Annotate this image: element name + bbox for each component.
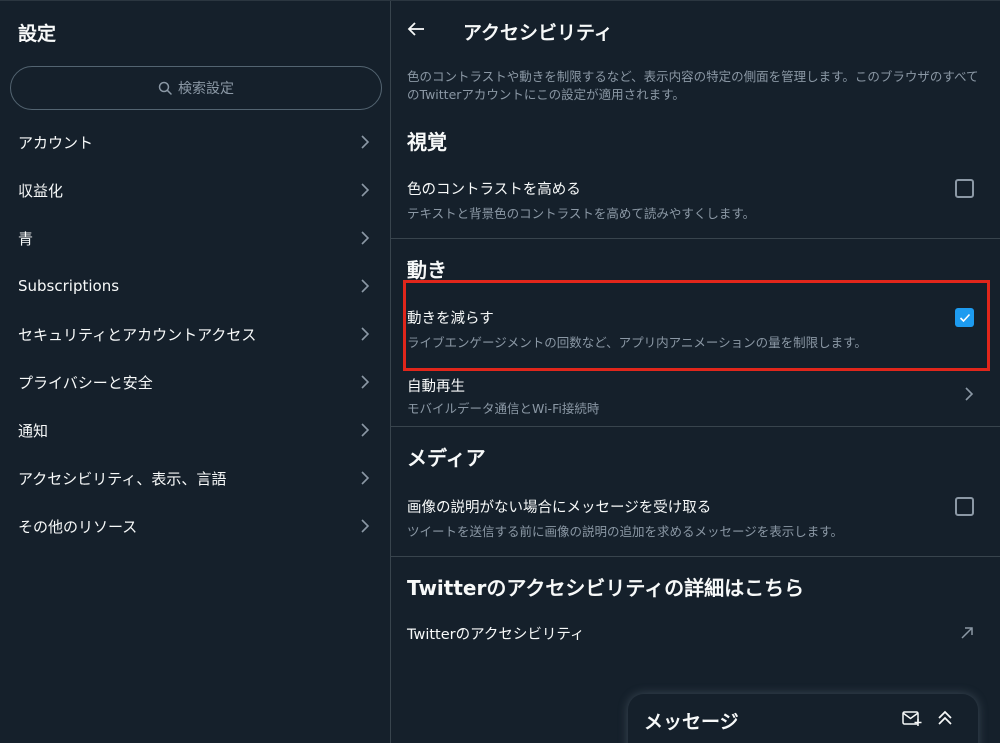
- option-title: 画像の説明がない場合にメッセージを受け取る: [407, 500, 712, 516]
- learn-more-heading: Twitterのアクセシビリティの詳細はこちら: [407, 576, 805, 600]
- settings-title: 設定: [18, 23, 57, 45]
- autoplay-option[interactable]: 自動再生 モバイルデータ通信とWi-Fi接続時: [407, 375, 982, 416]
- chevron-right-icon: [360, 134, 370, 150]
- chevron-right-icon: [360, 374, 370, 390]
- twitter-accessibility-link[interactable]: Twitterのアクセシビリティ: [407, 623, 982, 645]
- back-arrow-icon[interactable]: [407, 21, 425, 41]
- search-icon: [158, 81, 172, 95]
- increase-contrast-checkbox[interactable]: [955, 179, 974, 198]
- panel-header: アクセシビリティ: [391, 1, 1000, 61]
- new-message-icon[interactable]: [902, 709, 922, 731]
- settings-item-label: 通知: [18, 421, 49, 440]
- option-description: モバイルデータ通信とWi-Fi接続時: [407, 401, 600, 416]
- messages-drawer[interactable]: メッセージ: [628, 694, 978, 743]
- external-link-icon[interactable]: [960, 625, 974, 644]
- settings-list: アカウント 収益化 青 Subscriptions セキュリティとアカウントアク…: [0, 118, 390, 550]
- section-divider: [391, 238, 1000, 239]
- option-description: ライブエンゲージメントの回数など、アプリ内アニメーションの量を制限します。: [407, 335, 867, 350]
- reduce-motion-checkbox[interactable]: [955, 308, 974, 327]
- option-title: 自動再生: [407, 379, 465, 395]
- reduce-motion-option[interactable]: 動きを減らす ライブエンゲージメントの回数など、アプリ内アニメーションの量を制限…: [407, 307, 982, 351]
- chevron-right-icon: [360, 182, 370, 198]
- chevron-right-icon: [360, 230, 370, 246]
- settings-item-label: 青: [18, 229, 34, 248]
- settings-item-other-resources[interactable]: その他のリソース: [0, 502, 390, 550]
- settings-item-label: その他のリソース: [18, 517, 138, 536]
- settings-item-label: プライバシーと安全: [18, 373, 153, 392]
- option-description: ツイートを送信する前に画像の説明の追加を求めるメッセージを表示します。: [407, 524, 844, 539]
- option-description: テキストと背景色のコントラストを高めて読みやすくします。: [407, 206, 756, 221]
- settings-item-label: アカウント: [18, 133, 94, 152]
- section-divider: [391, 556, 1000, 557]
- settings-item-blue[interactable]: 青: [0, 214, 390, 262]
- accessibility-panel: アクセシビリティ 色のコントラストや動きを制限するなど、表示内容の特定の側面を管…: [391, 1, 1000, 743]
- option-title: 動きを減らす: [407, 311, 494, 327]
- section-divider: [391, 426, 1000, 427]
- settings-item-security[interactable]: セキュリティとアカウントアクセス: [0, 310, 390, 358]
- chevron-right-icon: [360, 278, 370, 294]
- chevron-right-icon: [964, 386, 974, 406]
- settings-item-label: セキュリティとアカウントアクセス: [18, 325, 257, 344]
- vision-heading: 視覚: [407, 130, 447, 154]
- accessibility-description: 色のコントラストや動きを制限するなど、表示内容の特定の側面を管理します。このブラ…: [407, 69, 979, 102]
- settings-column: 設定 検索設定 アカウント 収益化 青 Subscriptions セキュリティ…: [0, 1, 391, 743]
- chevron-right-icon: [360, 518, 370, 534]
- option-title: 色のコントラストを高める: [407, 182, 581, 198]
- messages-drawer-title: メッセージ: [644, 711, 739, 733]
- settings-item-label: Subscriptions: [18, 277, 120, 295]
- messages-drawer-actions: [902, 709, 954, 731]
- settings-item-label: アクセシビリティ、表示、言語: [18, 469, 227, 488]
- settings-item-accessibility-display-language[interactable]: アクセシビリティ、表示、言語: [0, 454, 390, 502]
- chevron-right-icon: [360, 422, 370, 438]
- search-settings-input[interactable]: 検索設定: [10, 66, 382, 110]
- twitter-settings-page: 設定 検索設定 アカウント 収益化 青 Subscriptions セキュリティ…: [0, 0, 1000, 743]
- chevron-right-icon: [360, 470, 370, 486]
- settings-item-account[interactable]: アカウント: [0, 118, 390, 166]
- search-placeholder: 検索設定: [178, 81, 234, 97]
- settings-item-notifications[interactable]: 通知: [0, 406, 390, 454]
- settings-item-label: 収益化: [18, 181, 64, 200]
- media-heading: メディア: [407, 446, 486, 470]
- image-description-reminder-checkbox[interactable]: [955, 497, 974, 516]
- motion-heading: 動き: [407, 258, 447, 282]
- page-title: アクセシビリティ: [463, 22, 613, 44]
- settings-item-privacy[interactable]: プライバシーと安全: [0, 358, 390, 406]
- settings-item-monetization[interactable]: 収益化: [0, 166, 390, 214]
- chevron-right-icon: [360, 326, 370, 342]
- checkmark-icon: [959, 313, 970, 322]
- settings-item-subscriptions[interactable]: Subscriptions: [0, 262, 390, 310]
- link-label: Twitterのアクセシビリティ: [407, 627, 585, 643]
- expand-drawer-icon[interactable]: [936, 709, 954, 731]
- increase-contrast-option[interactable]: 色のコントラストを高める テキストと背景色のコントラストを高めて読みやすくします…: [407, 178, 982, 222]
- image-description-reminder-option[interactable]: 画像の説明がない場合にメッセージを受け取る ツイートを送信する前に画像の説明の追…: [407, 496, 982, 540]
